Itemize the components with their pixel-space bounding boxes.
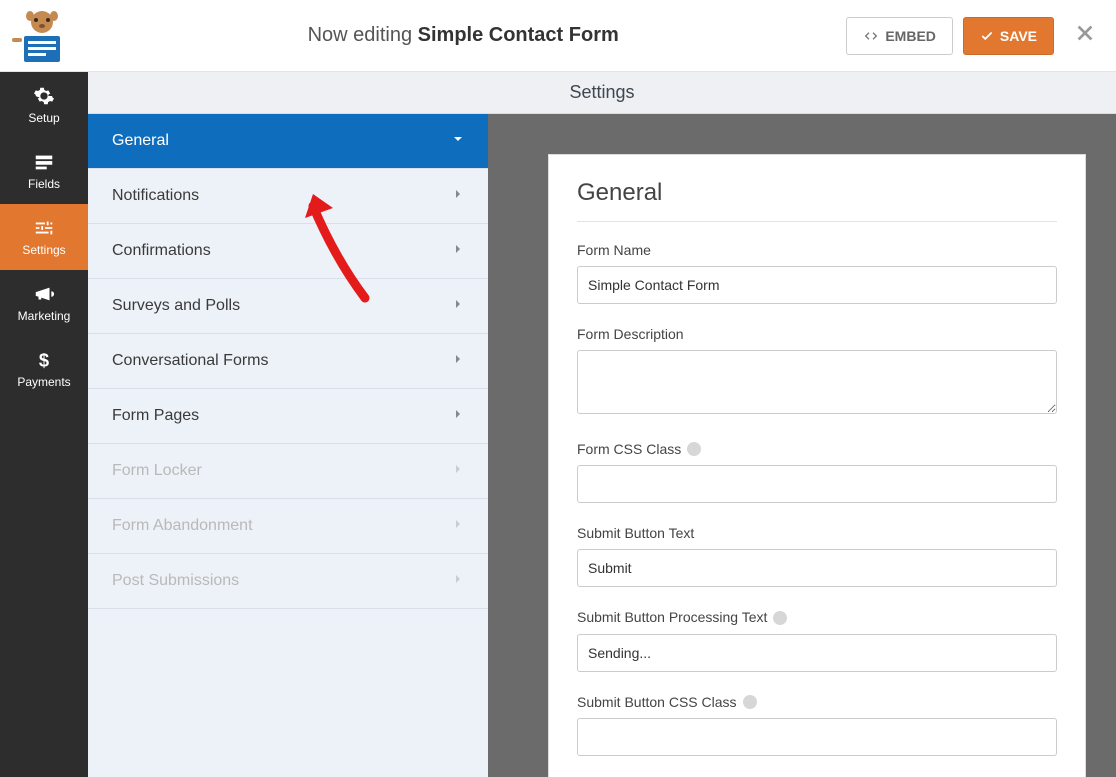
form-css-label: Form CSS Class xyxy=(577,441,1057,457)
editing-label: Now editing xyxy=(308,24,413,46)
field-submit-text: Submit Button Text xyxy=(577,525,1057,587)
general-panel: General Form Name Form Description Form … xyxy=(548,154,1086,777)
check-icon xyxy=(980,29,994,43)
vnav-marketing[interactable]: Marketing xyxy=(0,270,88,336)
submenu-formlocker[interactable]: Form Locker xyxy=(88,444,488,499)
settings-submenu: General Notifications Confirmations Surv… xyxy=(88,114,488,777)
field-form-description: Form Description xyxy=(577,326,1057,419)
app-root: Now editing Simple Contact Form EMBED SA… xyxy=(0,0,1116,777)
submit-css-label: Submit Button CSS Class xyxy=(577,694,1057,710)
help-icon[interactable] xyxy=(743,695,757,709)
submit-processing-input[interactable] xyxy=(577,634,1057,672)
submenu-label: General xyxy=(112,132,169,150)
submenu-label: Form Abandonment xyxy=(112,517,253,535)
wpforms-logo xyxy=(10,6,70,66)
vertical-nav: Setup Fields Settings Marketing $ Paymen… xyxy=(0,72,88,777)
vnav-setup[interactable]: Setup xyxy=(0,72,88,138)
field-form-css: Form CSS Class xyxy=(577,441,1057,503)
editing-title: Now editing Simple Contact Form xyxy=(80,24,846,47)
vnav-setup-label: Setup xyxy=(28,111,59,125)
chevron-right-icon xyxy=(452,462,464,480)
submit-text-label: Submit Button Text xyxy=(577,525,1057,541)
form-css-input[interactable] xyxy=(577,465,1057,503)
submenu-post-submissions[interactable]: Post Submissions xyxy=(88,554,488,609)
vnav-fields-label: Fields xyxy=(28,177,60,191)
submenu-surveys[interactable]: Surveys and Polls xyxy=(88,279,488,334)
main-area: Setup Fields Settings Marketing $ Paymen… xyxy=(0,72,1116,777)
chevron-right-icon xyxy=(452,572,464,590)
help-icon[interactable] xyxy=(773,611,787,625)
help-icon[interactable] xyxy=(687,442,701,456)
submenu-label: Surveys and Polls xyxy=(112,297,240,315)
page-header: Settings xyxy=(88,72,1116,114)
submenu-general[interactable]: General xyxy=(88,114,488,169)
content-wrap: General Form Name Form Description Form … xyxy=(488,114,1116,777)
sliders-icon xyxy=(33,217,55,239)
content-columns: General Notifications Confirmations Surv… xyxy=(88,114,1116,777)
vnav-payments-label: Payments xyxy=(17,375,70,389)
save-button-label: SAVE xyxy=(1000,28,1037,44)
top-bar: Now editing Simple Contact Form EMBED SA… xyxy=(0,0,1116,72)
submenu-label: Form Pages xyxy=(112,407,199,425)
gear-icon xyxy=(33,85,55,107)
svg-text:$: $ xyxy=(39,349,49,370)
submenu-conversational[interactable]: Conversational Forms xyxy=(88,334,488,389)
chevron-right-icon xyxy=(452,297,464,315)
field-submit-css: Submit Button CSS Class xyxy=(577,694,1057,756)
field-submit-processing: Submit Button Processing Text xyxy=(577,609,1057,671)
save-button[interactable]: SAVE xyxy=(963,17,1054,55)
divider xyxy=(577,221,1057,222)
form-desc-input[interactable] xyxy=(577,350,1057,414)
editing-form-name: Simple Contact Form xyxy=(418,24,619,46)
fields-icon xyxy=(33,151,55,173)
embed-button[interactable]: EMBED xyxy=(846,17,953,55)
chevron-right-icon xyxy=(452,187,464,205)
embed-icon xyxy=(863,28,879,44)
form-name-input[interactable] xyxy=(577,266,1057,304)
embed-button-label: EMBED xyxy=(885,28,936,44)
close-button[interactable] xyxy=(1066,22,1104,49)
chevron-right-icon xyxy=(452,407,464,425)
form-name-label: Form Name xyxy=(577,242,1057,258)
vnav-marketing-label: Marketing xyxy=(18,309,71,323)
megaphone-icon xyxy=(33,283,55,305)
right-column: Settings General Notifications Confirmat… xyxy=(88,72,1116,777)
submenu-label: Form Locker xyxy=(112,462,202,480)
vnav-payments[interactable]: $ Payments xyxy=(0,336,88,402)
submit-text-input[interactable] xyxy=(577,549,1057,587)
submenu-label: Notifications xyxy=(112,187,199,205)
submenu-confirmations[interactable]: Confirmations xyxy=(88,224,488,279)
field-form-name: Form Name xyxy=(577,242,1057,304)
submenu-formpages[interactable]: Form Pages xyxy=(88,389,488,444)
submenu-label: Post Submissions xyxy=(112,572,239,590)
page-title: Settings xyxy=(569,82,634,103)
form-desc-label: Form Description xyxy=(577,326,1057,342)
submenu-notifications[interactable]: Notifications xyxy=(88,169,488,224)
chevron-right-icon xyxy=(452,352,464,370)
vnav-settings[interactable]: Settings xyxy=(0,204,88,270)
submenu-label: Confirmations xyxy=(112,242,211,260)
close-icon xyxy=(1074,22,1096,44)
panel-heading: General xyxy=(577,179,1057,207)
submit-processing-label: Submit Button Processing Text xyxy=(577,609,1057,625)
dollar-icon: $ xyxy=(33,349,55,371)
submenu-label: Conversational Forms xyxy=(112,352,269,370)
chevron-down-icon xyxy=(452,132,464,150)
vnav-settings-label: Settings xyxy=(22,243,65,257)
submenu-abandonment[interactable]: Form Abandonment xyxy=(88,499,488,554)
vnav-fields[interactable]: Fields xyxy=(0,138,88,204)
chevron-right-icon xyxy=(452,517,464,535)
submit-css-input[interactable] xyxy=(577,718,1057,756)
chevron-right-icon xyxy=(452,242,464,260)
